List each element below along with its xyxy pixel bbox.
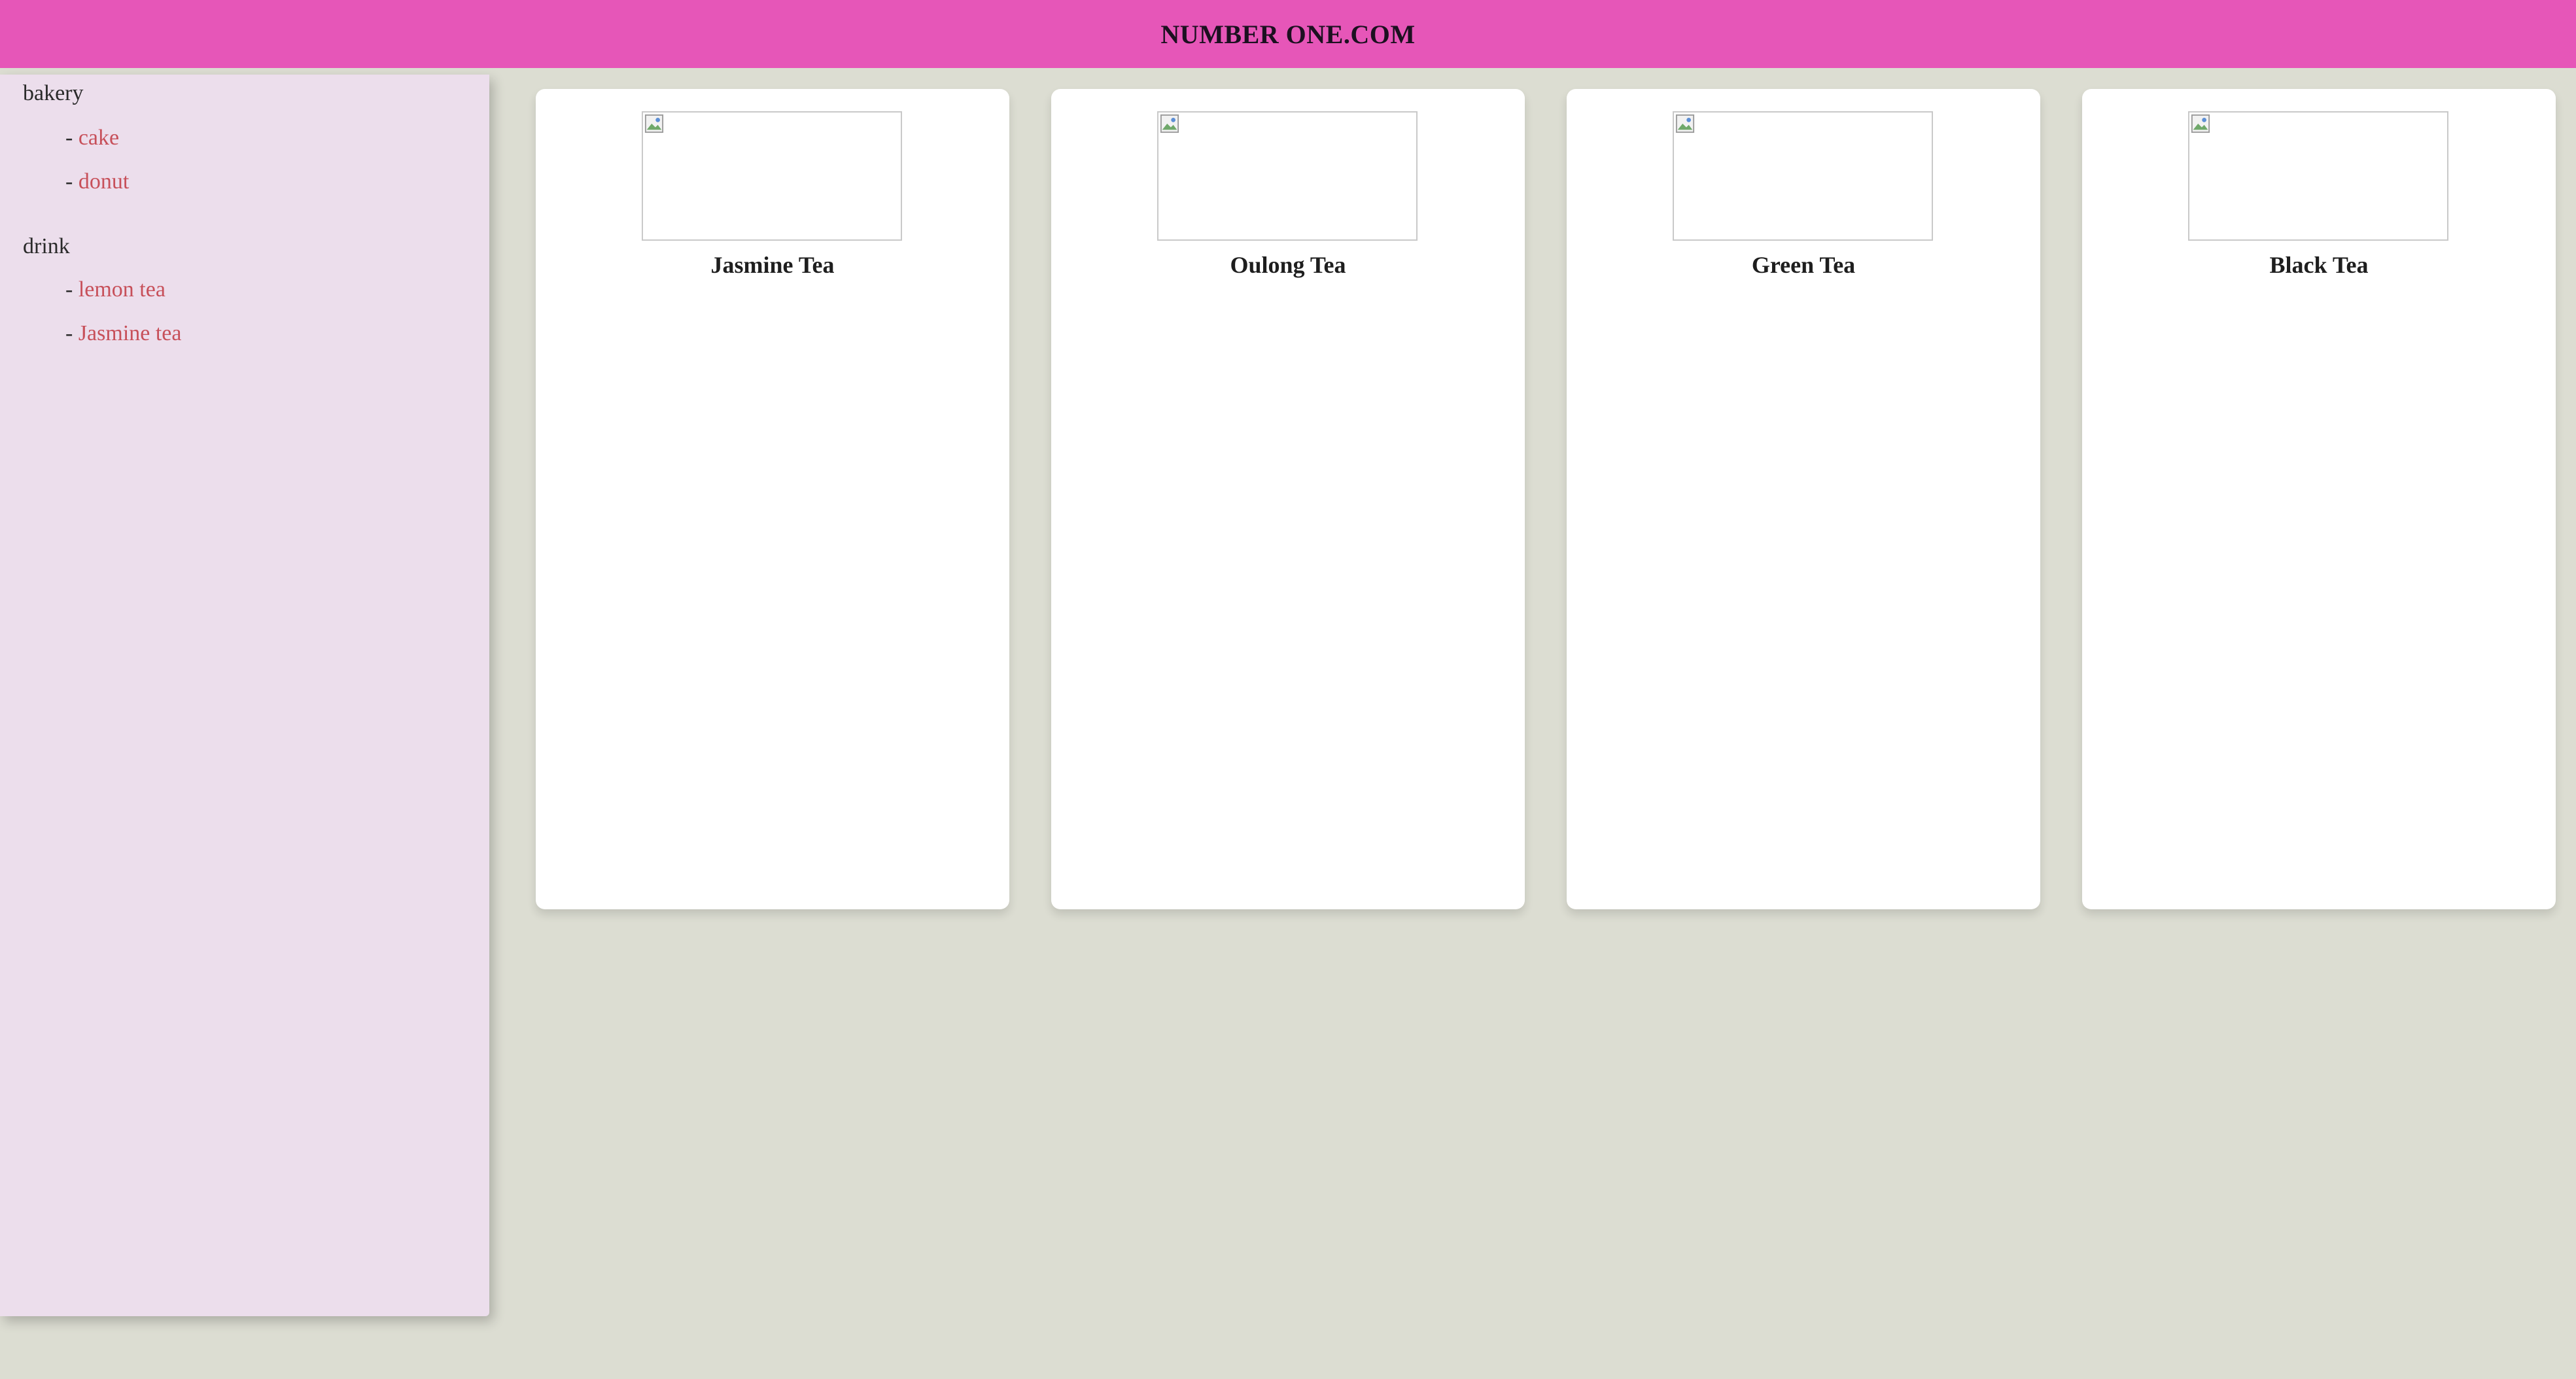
broken-image-icon: [2191, 114, 2210, 133]
sidebar-link-jasmine-tea[interactable]: Jasmine tea: [78, 321, 182, 345]
product-name: Oulong Tea: [1230, 252, 1346, 278]
list-dash: -: [65, 277, 73, 302]
sidebar-item-donut: - donut: [65, 169, 129, 194]
broken-image-icon: [644, 114, 664, 133]
sidebar-item-lemon-tea: - lemon tea: [65, 277, 165, 302]
product-name: Black Tea: [2269, 252, 2369, 278]
product-card-black-tea[interactable]: Black Tea: [2082, 89, 2556, 909]
sidebar-link-donut[interactable]: donut: [78, 169, 129, 194]
sidebar-item-cake: - cake: [65, 126, 119, 150]
sidebar-item-jasmine-tea: - Jasmine tea: [65, 321, 182, 346]
product-card-green-tea[interactable]: Green Tea: [1567, 89, 2040, 909]
list-dash: -: [65, 321, 73, 345]
list-dash: -: [65, 169, 73, 194]
product-image[interactable]: [1673, 111, 1933, 241]
site-title: NUMBER ONE.COM: [1160, 19, 1416, 49]
product-image[interactable]: [2188, 111, 2448, 241]
site-header: NUMBER ONE.COM: [0, 0, 2576, 68]
category-sidebar: bakery - cake - donut drink - lemon tea …: [0, 75, 489, 1316]
category-title-drink: drink: [23, 234, 70, 258]
product-image[interactable]: [642, 111, 902, 241]
product-image[interactable]: [1157, 111, 1418, 241]
sidebar-link-lemon-tea[interactable]: lemon tea: [78, 277, 165, 302]
list-dash: -: [65, 126, 73, 150]
product-name: Jasmine Tea: [710, 252, 835, 278]
category-title-bakery: bakery: [23, 81, 84, 105]
sidebar-link-cake[interactable]: cake: [78, 126, 119, 150]
product-card-jasmine-tea[interactable]: Jasmine Tea: [536, 89, 1009, 909]
broken-image-icon: [1160, 114, 1179, 133]
product-name: Green Tea: [1751, 252, 1856, 278]
product-card-oulong-tea[interactable]: Oulong Tea: [1051, 89, 1525, 909]
broken-image-icon: [1675, 114, 1695, 133]
